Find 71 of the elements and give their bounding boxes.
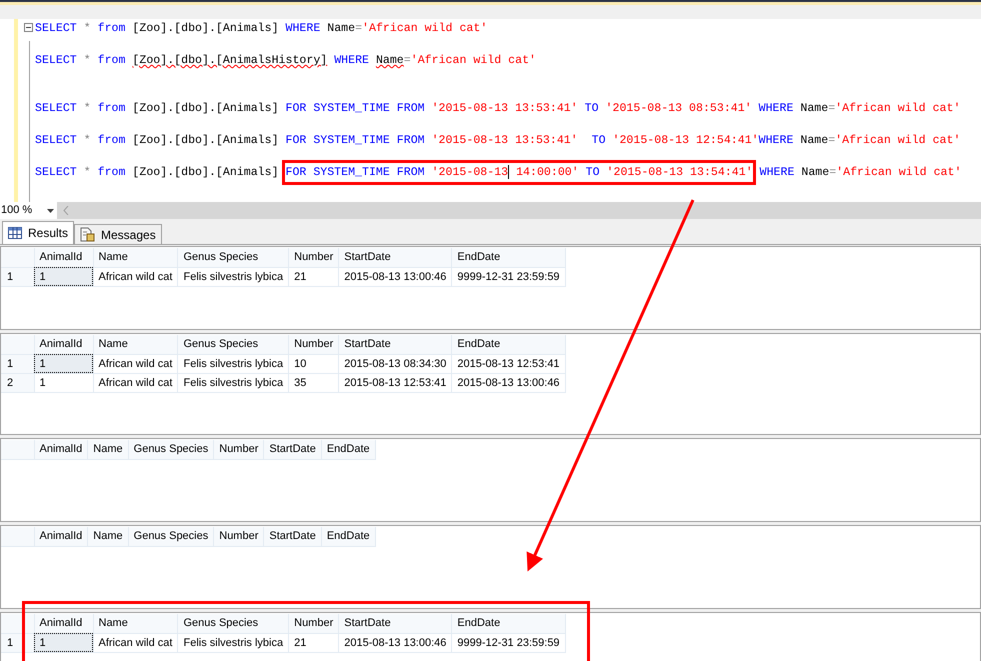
- table-cell[interactable]: 2015-08-13 12:53:41: [338, 373, 452, 392]
- column-header[interactable]: Name: [93, 248, 178, 267]
- column-header[interactable]: Number: [288, 335, 339, 354]
- column-header[interactable]: StartDate: [264, 527, 322, 546]
- grid-icon: [8, 227, 22, 239]
- table-cell[interactable]: 2015-08-13 13:00:46: [452, 373, 566, 392]
- column-header[interactable]: Genus Species: [178, 614, 289, 633]
- row-number: 1: [1, 267, 34, 286]
- column-header[interactable]: Name: [93, 614, 178, 633]
- results-tab[interactable]: Messages: [74, 224, 162, 244]
- table-cell[interactable]: African wild cat: [93, 373, 178, 392]
- column-header[interactable]: AnimalId: [34, 248, 93, 267]
- table-cell[interactable]: African wild cat: [93, 267, 178, 286]
- zoom-dropdown[interactable]: 100 %: [0, 202, 57, 219]
- table-cell[interactable]: 35: [288, 373, 339, 392]
- column-header[interactable]: Number: [214, 527, 264, 546]
- column-header[interactable]: Genus Species: [178, 335, 289, 354]
- code-line: SELECT * from [Zoo].[dbo].[AnimalsHistory] WHERE Name='African wild cat': [35, 53, 536, 69]
- code-line: SELECT * from [Zoo].[dbo].[Animals] FOR SYSTEM_TIME FROM '2015-08-13 14:00:00' TO '2015-08-13 13:54:41' WHERE Name='African wild cat': [35, 158, 962, 187]
- document-icon: [80, 227, 96, 242]
- code-line: SELECT * from [Zoo].[dbo].[Animals] FOR SYSTEM_TIME FROM '2015-08-13 13:53:41' TO '2015-08-13 12:54:41'WHERE Name='African wild cat': [35, 133, 960, 149]
- table-cell[interactable]: 9999-12-31 23:59:59: [452, 633, 566, 652]
- table-cell[interactable]: Felis silvestris lybica: [178, 354, 289, 373]
- column-header[interactable]: AnimalId: [34, 335, 93, 354]
- column-header[interactable]: EndDate: [452, 335, 566, 354]
- table-cell[interactable]: 1: [34, 267, 93, 286]
- code-editor[interactable]: [0, 19, 981, 202]
- column-header[interactable]: StartDate: [338, 614, 452, 633]
- table-cell[interactable]: 1: [34, 373, 93, 392]
- column-header[interactable]: Number: [214, 440, 264, 459]
- table-cell[interactable]: 2015-08-13 13:00:46: [338, 267, 452, 286]
- column-header[interactable]: StartDate: [264, 440, 322, 459]
- table-cell[interactable]: 2015-08-13 13:00:46: [338, 633, 452, 652]
- table-cell[interactable]: African wild cat: [93, 354, 178, 373]
- table-cell[interactable]: Felis silvestris lybica: [178, 633, 289, 652]
- code-line: SELECT * from [Zoo].[dbo].[Animals] WHERE Name='African wild cat': [35, 21, 488, 37]
- column-header[interactable]: EndDate: [452, 614, 566, 633]
- column-header[interactable]: EndDate: [452, 248, 566, 267]
- column-header[interactable]: StartDate: [338, 248, 452, 267]
- collapse-icon[interactable]: [24, 23, 33, 32]
- row-number: 1: [1, 354, 34, 373]
- table-cell[interactable]: African wild cat: [93, 633, 178, 652]
- column-header[interactable]: Genus Species: [178, 248, 289, 267]
- column-header[interactable]: Number: [288, 248, 339, 267]
- row-number: 2: [1, 373, 34, 392]
- column-header[interactable]: Name: [88, 440, 128, 459]
- table-cell[interactable]: 9999-12-31 23:59:59: [452, 267, 566, 286]
- table-cell[interactable]: 21: [288, 267, 339, 286]
- column-header[interactable]: Name: [93, 335, 178, 354]
- code-line: SELECT * from [Zoo].[dbo].[Animals] FOR SYSTEM_TIME FROM '2015-08-13 13:53:41' TO '2015-08-13 08:53:41' WHERE Name='African wild cat': [35, 101, 960, 117]
- column-header[interactable]: Genus Species: [128, 440, 214, 459]
- table-cell[interactable]: 21: [288, 633, 339, 652]
- column-header[interactable]: Number: [288, 614, 339, 633]
- table-cell[interactable]: Felis silvestris lybica: [178, 373, 289, 392]
- column-header[interactable]: Name: [88, 527, 128, 546]
- table-cell[interactable]: 1: [34, 633, 93, 652]
- table-cell[interactable]: 10: [288, 354, 339, 373]
- column-header[interactable]: AnimalId: [34, 440, 88, 459]
- table-cell[interactable]: 2015-08-13 12:53:41: [452, 354, 566, 373]
- text-cursor: [508, 164, 510, 179]
- table-cell[interactable]: 1: [34, 354, 93, 373]
- column-header[interactable]: AnimalId: [34, 614, 93, 633]
- column-header[interactable]: EndDate: [321, 440, 376, 459]
- results-tab[interactable]: Results: [2, 221, 74, 244]
- column-header[interactable]: AnimalId: [34, 527, 88, 546]
- column-header[interactable]: Genus Species: [128, 527, 214, 546]
- column-header[interactable]: StartDate: [338, 335, 452, 354]
- column-header[interactable]: EndDate: [321, 527, 376, 546]
- table-cell[interactable]: 2015-08-13 08:34:30: [338, 354, 452, 373]
- table-cell[interactable]: Felis silvestris lybica: [178, 267, 289, 286]
- caret-icon: [47, 208, 54, 212]
